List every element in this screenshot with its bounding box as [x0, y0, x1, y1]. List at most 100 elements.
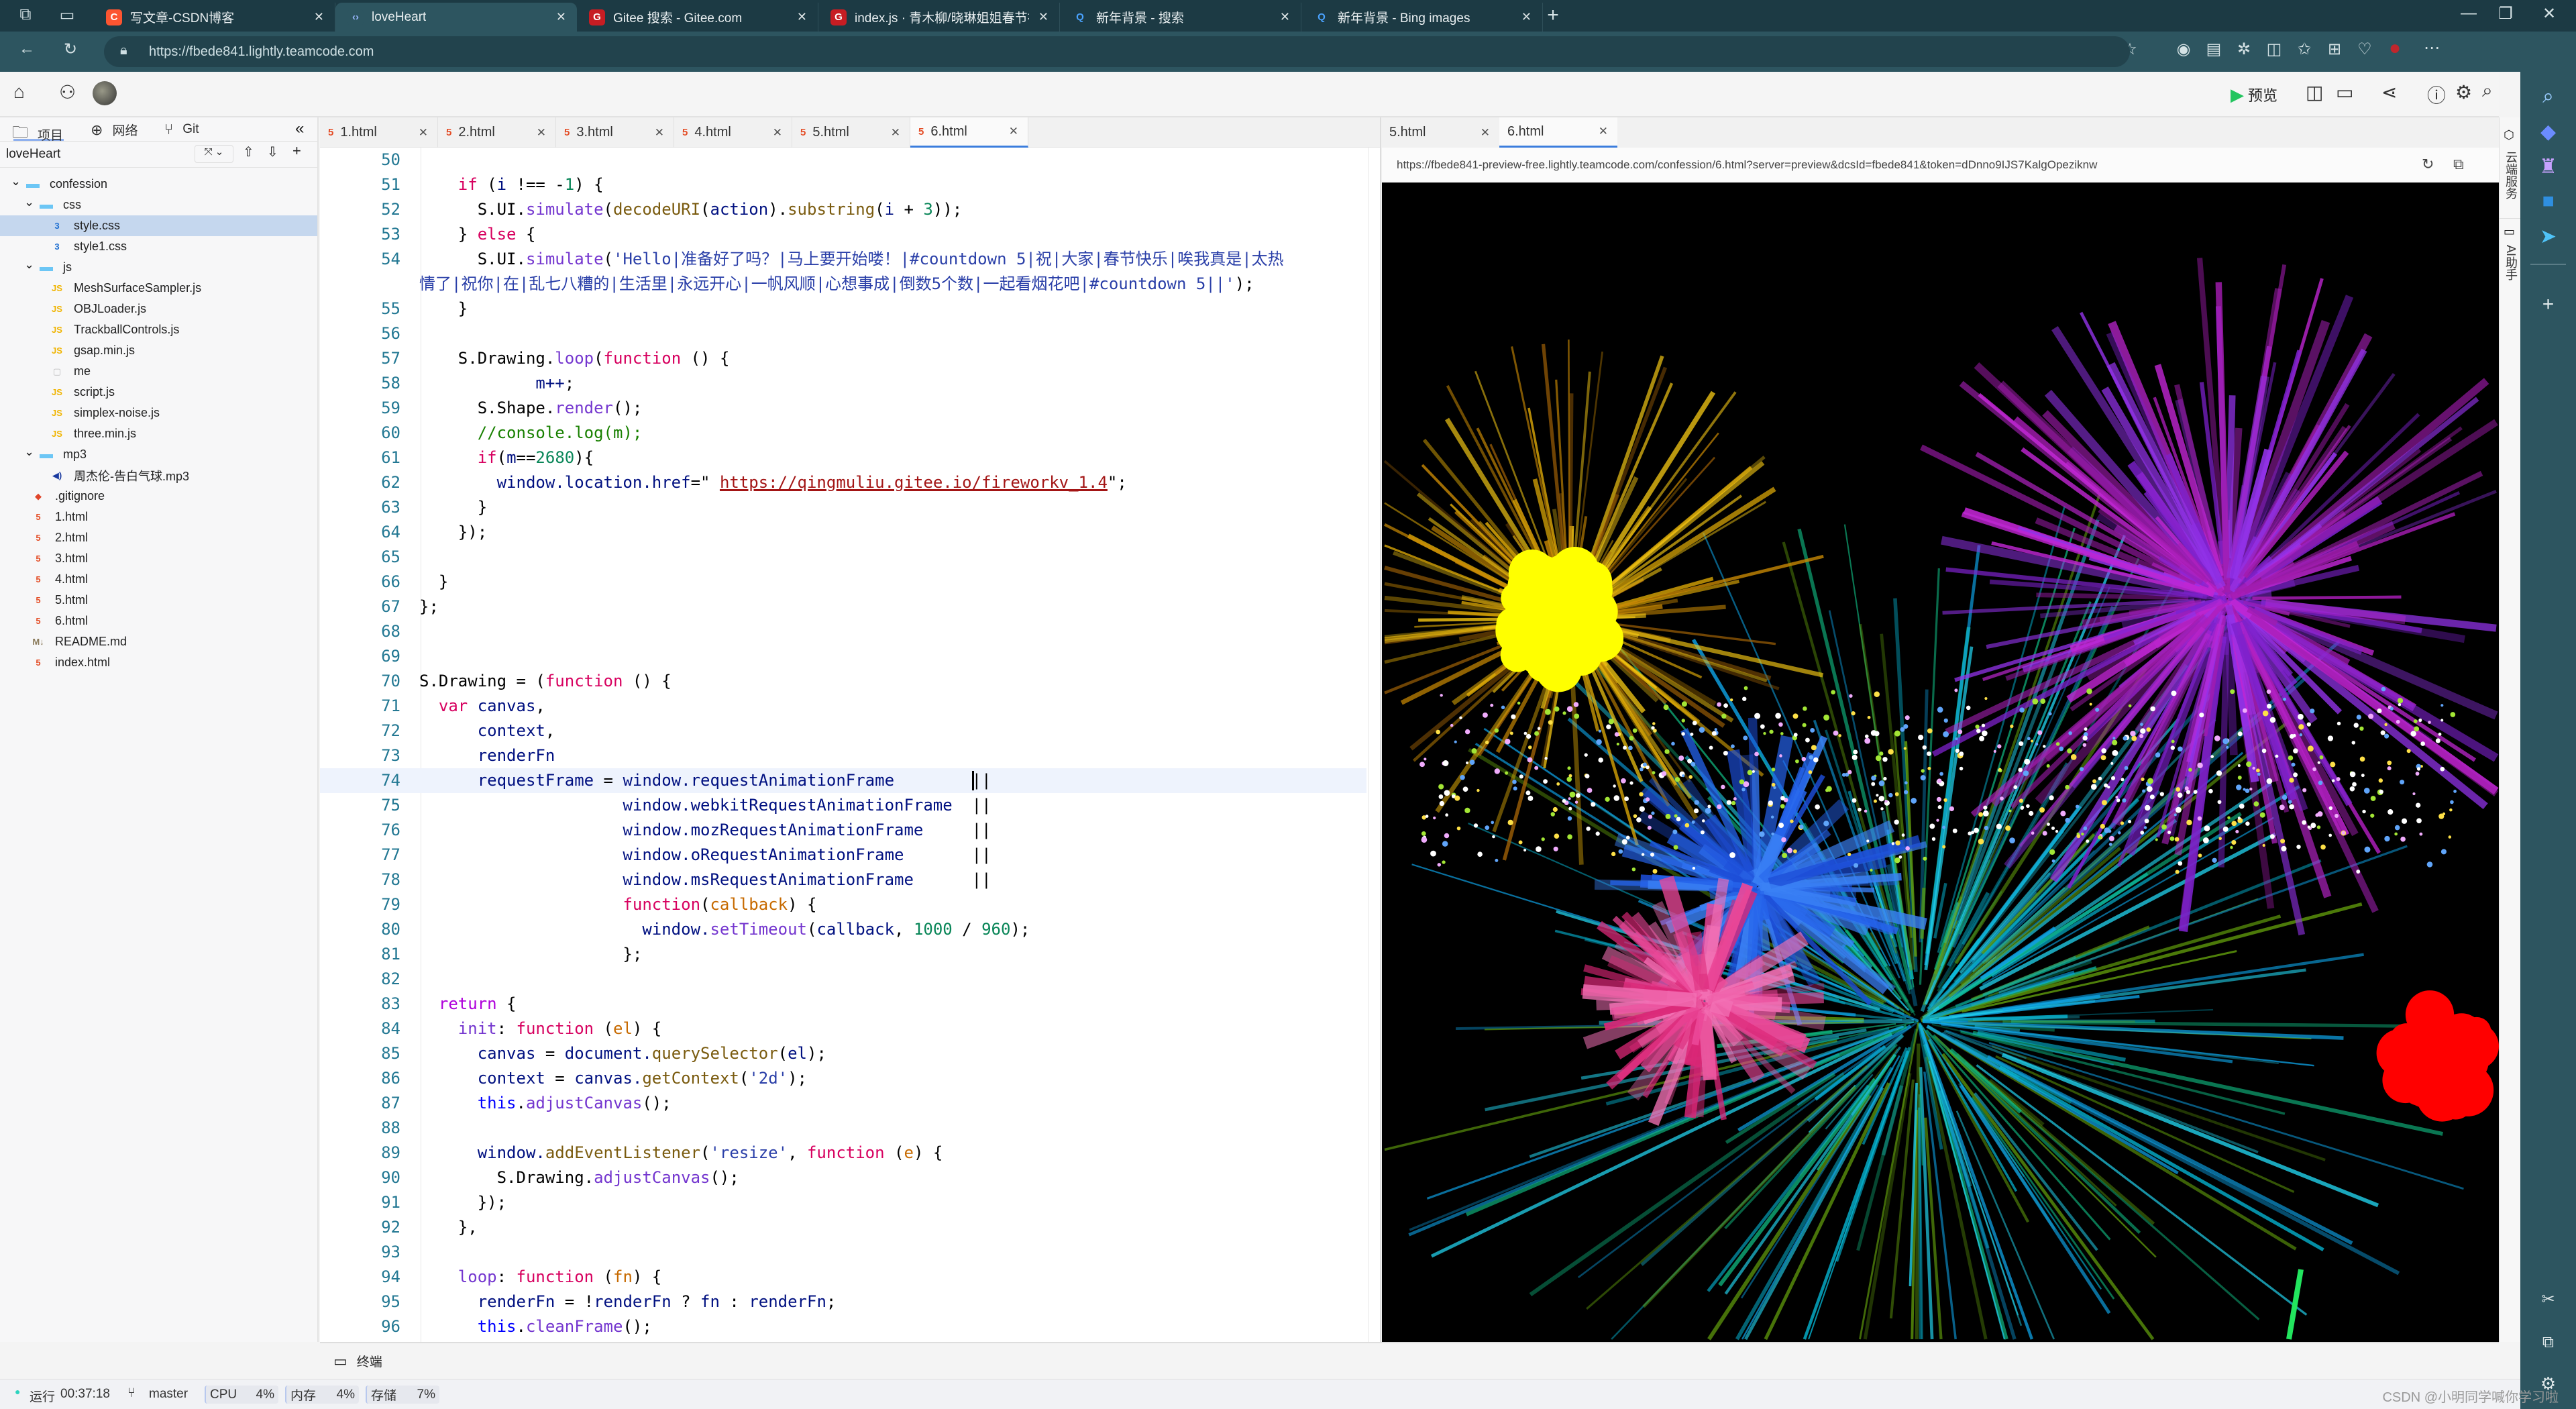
close-tab-icon[interactable]: ✕	[537, 126, 546, 140]
back-icon[interactable]: ←	[13, 40, 40, 58]
extensions-icon[interactable]: ✲	[2231, 40, 2257, 59]
browser-tab[interactable]: ‹› loveHeart ✕	[335, 3, 577, 32]
add-file-icon[interactable]: +	[292, 142, 301, 160]
editor-tab[interactable]: 5 4.html ✕	[674, 117, 792, 148]
tree-file[interactable]: JS three.min.js	[0, 423, 317, 444]
settings-gear-icon[interactable]: ⚙	[2455, 81, 2472, 103]
tree-file[interactable]: 5 1.html	[0, 507, 317, 527]
collapse-all-button[interactable]: ⤧ ⌄	[195, 145, 233, 163]
close-tab-icon[interactable]: ✕	[314, 10, 324, 24]
tree-file[interactable]: ◆ .gitignore	[0, 486, 317, 507]
browser-tab[interactable]: C 写文章-CSDN博客 ✕	[94, 3, 335, 32]
screenshot-icon[interactable]: ✂	[2520, 1290, 2576, 1309]
editor-tab[interactable]: 5 3.html ✕	[556, 117, 674, 148]
tree-folder[interactable]: ⌄ ▬ js	[0, 257, 317, 278]
tree-file[interactable]: JS OBJLoader.js	[0, 299, 317, 319]
collapse-panel-icon[interactable]: «	[295, 119, 304, 138]
refresh-icon[interactable]: ↻	[57, 40, 84, 59]
more-menu-icon[interactable]: ⋯	[2418, 38, 2445, 58]
tree-file[interactable]: M↓ README.md	[0, 631, 317, 652]
search-sidebar-icon[interactable]: ⌕	[2520, 85, 2576, 108]
panel-tab-network[interactable]: ⊕ 网络	[91, 121, 138, 139]
tree-file[interactable]: JS gsap.min.js	[0, 340, 317, 361]
terminal-bar[interactable]: ▭ 终端	[320, 1342, 2499, 1379]
fireworks-canvas[interactable]	[1382, 182, 2499, 1342]
close-tab-icon[interactable]: ✕	[1599, 125, 1608, 138]
tree-folder[interactable]: ⌄ ▬ confession	[0, 174, 317, 195]
tree-file[interactable]: ▢ me	[0, 361, 317, 382]
browser-tab[interactable]: Gindex.js · 青木柳/晓琳姐姐春节祝福 ✕	[818, 3, 1060, 32]
profile-avatar[interactable]: ●	[2381, 37, 2408, 60]
preview-refresh-icon[interactable]: ↻	[2422, 156, 2434, 173]
close-tab-icon[interactable]: ✕	[891, 126, 900, 140]
chevron-down-icon[interactable]: ⌄	[24, 445, 39, 459]
workspaces-icon[interactable]: ⧉	[12, 5, 39, 24]
tree-file[interactable]: 5 6.html	[0, 611, 317, 631]
address-bar[interactable]: 🔒︎ https://fbede841.lightly.teamcode.com	[104, 36, 2130, 67]
panel-tab-git[interactable]: ⑂ Git	[164, 121, 199, 138]
games-icon[interactable]: ♜	[2520, 155, 2576, 178]
close-tab-icon[interactable]: ✕	[1038, 10, 1049, 24]
tree-file[interactable]: JS MeshSurfaceSampler.js	[0, 278, 317, 299]
open-external-icon[interactable]: ⧉	[2453, 156, 2464, 173]
preview-button[interactable]: ▶ 预览	[2231, 84, 2277, 105]
split-screen-icon[interactable]: ◫	[2261, 40, 2288, 59]
search-icon[interactable]: ⌕	[2482, 80, 2493, 102]
cloud-services-tab[interactable]: 云端服务	[2502, 151, 2520, 199]
close-tab-icon[interactable]: ✕	[797, 10, 807, 24]
split-view-icon[interactable]: ◫	[2306, 81, 2323, 103]
close-tab-icon[interactable]: ✕	[419, 126, 428, 140]
download-icon[interactable]: ⇩	[267, 144, 278, 160]
tree-folder[interactable]: ⌄ ▬ mp3	[0, 444, 317, 465]
browser-tab[interactable]: G Gitee 搜索 - Gitee.com ✕	[577, 3, 818, 32]
editor-tab[interactable]: 5 2.html ✕	[438, 117, 556, 148]
add-sidebar-app-icon[interactable]: +	[2520, 293, 2576, 316]
minimize-button[interactable]: —	[2455, 4, 2482, 23]
close-tab-icon[interactable]: ✕	[1521, 10, 1532, 24]
preview-url-bar[interactable]: https://fbede841-preview-free.lightly.te…	[1382, 148, 2499, 182]
ai-assistant-tab[interactable]: AI助手	[2502, 245, 2520, 280]
new-tab-button[interactable]: +	[1540, 4, 1566, 27]
close-tab-icon[interactable]: ✕	[1481, 126, 1490, 140]
browser-tab[interactable]: Q 新年背景 - 搜索 ✕	[1060, 3, 1301, 32]
add-collaborator-icon[interactable]: ⚇	[59, 81, 76, 103]
tree-file[interactable]: JS TrackballControls.js	[0, 319, 317, 340]
shopping-tag-icon[interactable]: ◆	[2520, 120, 2576, 144]
collections-icon[interactable]: ⊞	[2321, 40, 2348, 59]
send-icon[interactable]: ➤	[2520, 225, 2576, 248]
close-tab-icon[interactable]: ✕	[655, 126, 664, 140]
close-tab-icon[interactable]: ✕	[1009, 125, 1018, 138]
preview-tab[interactable]: 6.html ✕	[1499, 117, 1617, 148]
avatar[interactable]	[93, 81, 117, 105]
browser-tab[interactable]: Q 新年背景 - Bing images ✕	[1301, 3, 1543, 32]
close-tab-icon[interactable]: ✕	[1280, 10, 1290, 24]
upload-icon[interactable]: ⇧	[243, 144, 254, 160]
close-tab-icon[interactable]: ✕	[556, 10, 566, 24]
tree-folder[interactable]: ⌄ ▬ css	[0, 195, 317, 215]
tree-file[interactable]: 5 index.html	[0, 652, 317, 673]
branch-name[interactable]: master	[149, 1387, 188, 1402]
tree-file[interactable]: 3 style.css	[0, 215, 317, 236]
outlook-icon[interactable]: ■	[2520, 190, 2576, 213]
close-window-button[interactable]: ✕	[2536, 4, 2563, 23]
close-tab-icon[interactable]: ✕	[773, 126, 782, 140]
tree-file[interactable]: JS simplex-noise.js	[0, 403, 317, 423]
comment-icon[interactable]: ▭	[2336, 81, 2353, 103]
home-icon[interactable]: ⌂	[13, 81, 25, 103]
favorites-icon[interactable]: ✩	[2291, 40, 2318, 59]
help-icon[interactable]: ⓘ	[2427, 81, 2446, 108]
chevron-down-icon[interactable]: ⌄	[24, 195, 39, 209]
tree-file[interactable]: 5 4.html	[0, 569, 317, 590]
health-icon[interactable]: ♡	[2351, 40, 2378, 59]
preview-tab[interactable]: 5.html ✕	[1381, 117, 1499, 148]
share-icon[interactable]: ⋖	[2381, 81, 2397, 103]
restore-button[interactable]: ❐	[2492, 4, 2519, 23]
code-editor[interactable]: 50 51 if (i !== -1) {52 S.UI.simulate(dec…	[320, 148, 1380, 1342]
open-external-sidebar-icon[interactable]: ⧉	[2520, 1333, 2576, 1352]
tree-file[interactable]: JS script.js	[0, 382, 317, 403]
chevron-down-icon[interactable]: ⌄	[11, 174, 25, 189]
tree-file[interactable]: 5 2.html	[0, 527, 317, 548]
editor-tab[interactable]: 5 6.html ✕	[910, 117, 1028, 148]
extension-icon[interactable]: ◉	[2170, 40, 2197, 59]
tree-file[interactable]: 3 style1.css	[0, 236, 317, 257]
